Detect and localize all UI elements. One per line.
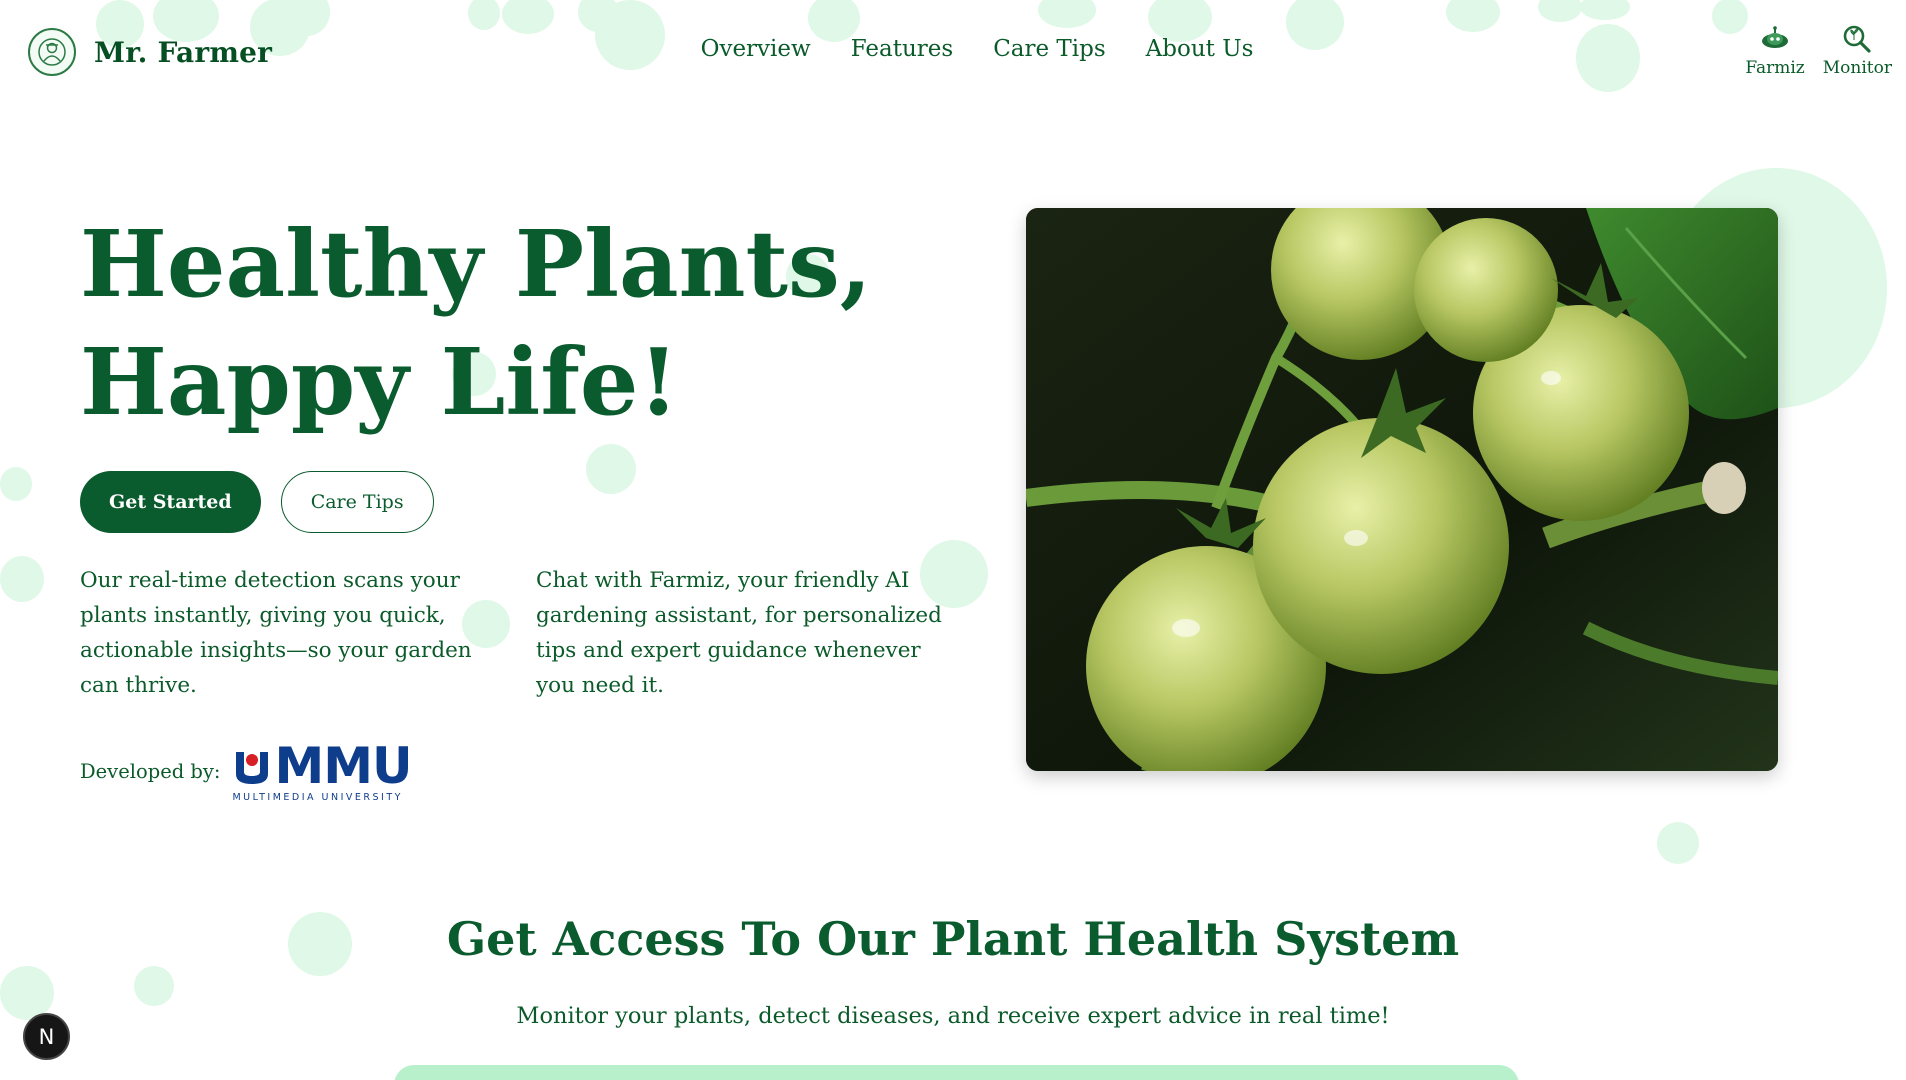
search-plant-icon <box>1840 24 1874 54</box>
mmu-subtitle: MULTIMEDIA UNIVERSITY <box>232 792 403 803</box>
nav-about-us[interactable]: About Us <box>1146 36 1254 62</box>
monitor-label: Monitor <box>1822 58 1892 78</box>
hero-section: Healthy Plants, Happy Life! Get Started … <box>80 205 980 803</box>
farmiz-button[interactable]: Farmiz <box>1745 24 1805 78</box>
nav-care-tips[interactable]: Care Tips <box>993 36 1105 62</box>
hero-tomato-image <box>1026 208 1778 771</box>
main-nav: Overview Features Care Tips About Us <box>0 36 1906 62</box>
get-started-button[interactable]: Get Started <box>80 471 261 533</box>
access-section-subtitle: Monitor your plants, detect diseases, an… <box>516 1003 1390 1029</box>
mmu-logo[interactable]: MMU MULTIMEDIA UNIVERSITY <box>232 737 413 803</box>
header-tools: Farmiz Monitor <box>1745 24 1892 78</box>
access-section-title: Get Access To Our Plant Health System <box>446 912 1460 966</box>
nav-overview[interactable]: Overview <box>701 36 811 62</box>
mmu-letters: MMU <box>274 737 412 795</box>
nav-features[interactable]: Features <box>851 36 954 62</box>
hero-title: Healthy Plants, Happy Life! <box>80 205 980 441</box>
mmu-mark: MMU <box>232 737 413 795</box>
mmu-emblem-icon <box>236 752 269 784</box>
bubble <box>1657 822 1699 864</box>
monitor-button[interactable]: Monitor <box>1823 24 1892 78</box>
n-badge-button[interactable]: N <box>23 1013 70 1060</box>
developed-by: Developed by: MMU MULTIMEDIA UNIVERSITY <box>80 741 980 803</box>
hero-title-line2: Happy Life! <box>80 328 679 436</box>
farmiz-label: Farmiz <box>1745 58 1805 78</box>
detection-description: Our real-time detection scans your plant… <box>80 568 472 698</box>
hero-title-line1: Healthy Plants, <box>80 210 872 318</box>
hero-buttons: Get Started Care Tips <box>80 471 980 533</box>
robot-icon <box>1758 24 1792 54</box>
top-header: Mr. Farmer Overview Features Care Tips A… <box>0 0 1906 104</box>
farmiz-description: Chat with Farmiz, your friendly AI garde… <box>536 568 942 698</box>
access-panel-top <box>394 1065 1519 1080</box>
care-tips-button[interactable]: Care Tips <box>280 471 434 533</box>
developed-by-label: Developed by: <box>80 760 221 784</box>
bubble <box>0 556 44 602</box>
bubble <box>134 966 174 1006</box>
bubble <box>0 467 32 501</box>
hero-descriptions: Our real-time detection scans your plant… <box>80 563 980 703</box>
